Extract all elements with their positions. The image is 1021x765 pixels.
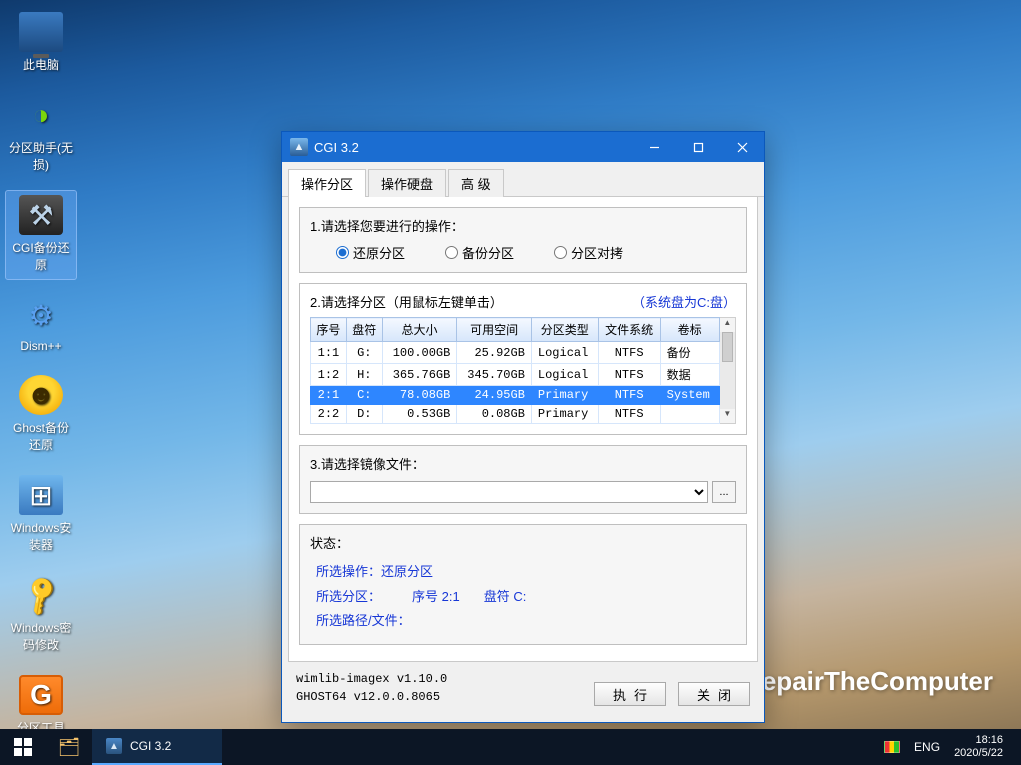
maximize-button[interactable] — [676, 132, 720, 162]
pc-icon — [19, 12, 63, 52]
execute-button[interactable]: 执行 — [594, 682, 666, 706]
ghost-icon: ☻ — [19, 375, 63, 415]
section-partition-select: 2.请选择分区（用鼠标左键单击） （系统盘为C:盘） 序号 盘符 总大小 可用空… — [299, 283, 747, 435]
section-operation: 1.请选择您要进行的操作： 还原分区 备份分区 分区对拷 — [299, 207, 747, 273]
task-app-icon: ▲ — [106, 738, 122, 754]
table-row[interactable]: 2:1C:78.08GB24.95GBPrimaryNTFSSystem — [311, 386, 720, 405]
gear-icon: ⚙ — [19, 295, 63, 335]
table-row[interactable]: 2:2D:0.53GB0.08GBPrimaryNTFS — [311, 405, 720, 424]
language-indicator[interactable]: ENG — [914, 740, 940, 754]
window-footer: wimlib-imagex v1.10.0 GHOST64 v12.0.0.80… — [282, 662, 764, 714]
image-path-select[interactable] — [310, 481, 708, 503]
close-button-footer[interactable]: 关闭 — [678, 682, 750, 706]
taskbar-task-cgi[interactable]: ▲ CGI 3.2 — [92, 729, 222, 765]
version-info: wimlib-imagex v1.10.0 GHOST64 v12.0.0.80… — [296, 670, 582, 706]
table-row[interactable]: 1:2H:365.76GB345.70GBLogicalNTFS数据 — [311, 364, 720, 386]
section-image-select: 3.请选择镜像文件： ... — [299, 445, 747, 514]
file-explorer-button[interactable]: 🗂 — [46, 729, 92, 765]
radio-restore[interactable]: 还原分区 — [336, 243, 405, 262]
taskbar: 🗂 ▲ CGI 3.2 ENG 18:16 2020/5/22 — [0, 729, 1021, 765]
diskgenius-icon: G — [19, 675, 63, 715]
desktop-icons: 此电脑 ◑分区助手(无损) ⚒CGI备份还原 ⚙Dism++ ☻Ghost备份还… — [6, 8, 96, 765]
desktop-icon-win-installer[interactable]: ⊞Windows安装器 — [6, 471, 76, 559]
desktop-icon-win-password[interactable]: 🔑Windows密码修改 — [6, 571, 76, 659]
col-total[interactable]: 总大小 — [382, 318, 457, 342]
col-ptype[interactable]: 分区类型 — [531, 318, 598, 342]
partition-table[interactable]: 序号 盘符 总大小 可用空间 分区类型 文件系统 卷标 1:1G:100.00G… — [310, 317, 720, 424]
hammer-icon: ⚒ — [19, 195, 63, 235]
scroll-down-icon[interactable]: ▼ — [720, 409, 735, 423]
table-row[interactable]: 1:1G:100.00GB25.92GBLogicalNTFS备份 — [311, 342, 720, 364]
col-vol[interactable]: 卷标 — [660, 318, 719, 342]
windows-icon: ⊞ — [19, 475, 63, 515]
titlebar[interactable]: ▲ CGI 3.2 — [282, 132, 764, 162]
desktop-icon-this-pc[interactable]: 此电脑 — [6, 8, 76, 79]
col-seq[interactable]: 序号 — [311, 318, 347, 342]
minimize-button[interactable] — [632, 132, 676, 162]
cgi-window: ▲ CGI 3.2 操作分区 操作硬盘 高 级 1.请选择您要进行的操作： 还原… — [281, 131, 765, 723]
desktop-icon-cgi-backup[interactable]: ⚒CGI备份还原 — [6, 191, 76, 279]
windows-logo-icon — [14, 738, 32, 756]
key-icon: 🔑 — [12, 566, 71, 624]
folder-icon: 🗂 — [58, 737, 81, 758]
scroll-thumb[interactable] — [722, 332, 733, 362]
col-free[interactable]: 可用空间 — [457, 318, 532, 342]
tab-disk[interactable]: 操作硬盘 — [368, 169, 446, 197]
col-drive[interactable]: 盘符 — [346, 318, 382, 342]
close-button[interactable] — [720, 132, 764, 162]
desktop-icon-dism[interactable]: ⚙Dism++ — [6, 291, 76, 359]
section-status: 状态： 所选操作：还原分区 所选分区： 序号 2:1 盘符 C: 所选路径/文件… — [299, 524, 747, 645]
tab-bar: 操作分区 操作硬盘 高 级 — [282, 162, 764, 197]
window-title: CGI 3.2 — [314, 140, 632, 155]
desktop-icon-partition-assistant[interactable]: ◑分区助手(无损) — [6, 91, 76, 179]
system-disk-hint: （系统盘为C:盘） — [632, 292, 736, 311]
tray-flag-icon[interactable] — [884, 741, 900, 753]
app-icon: ▲ — [290, 138, 308, 156]
tab-advanced[interactable]: 高 级 — [448, 169, 504, 197]
radio-backup[interactable]: 备份分区 — [445, 243, 514, 262]
desktop-icon-ghost-backup[interactable]: ☻Ghost备份还原 — [6, 371, 76, 459]
scroll-up-icon[interactable]: ▲ — [720, 318, 735, 332]
taskbar-clock[interactable]: 18:16 2020/5/22 — [954, 734, 1011, 760]
tab-partition[interactable]: 操作分区 — [288, 169, 366, 197]
partition-icon: ◑ — [19, 95, 63, 135]
browse-button[interactable]: ... — [712, 481, 736, 503]
radio-clone[interactable]: 分区对拷 — [554, 243, 623, 262]
table-scrollbar[interactable]: ▲ ▼ — [720, 317, 736, 424]
start-button[interactable] — [0, 729, 46, 765]
col-fs[interactable]: 文件系统 — [598, 318, 660, 342]
system-tray: ENG 18:16 2020/5/22 — [874, 729, 1021, 765]
